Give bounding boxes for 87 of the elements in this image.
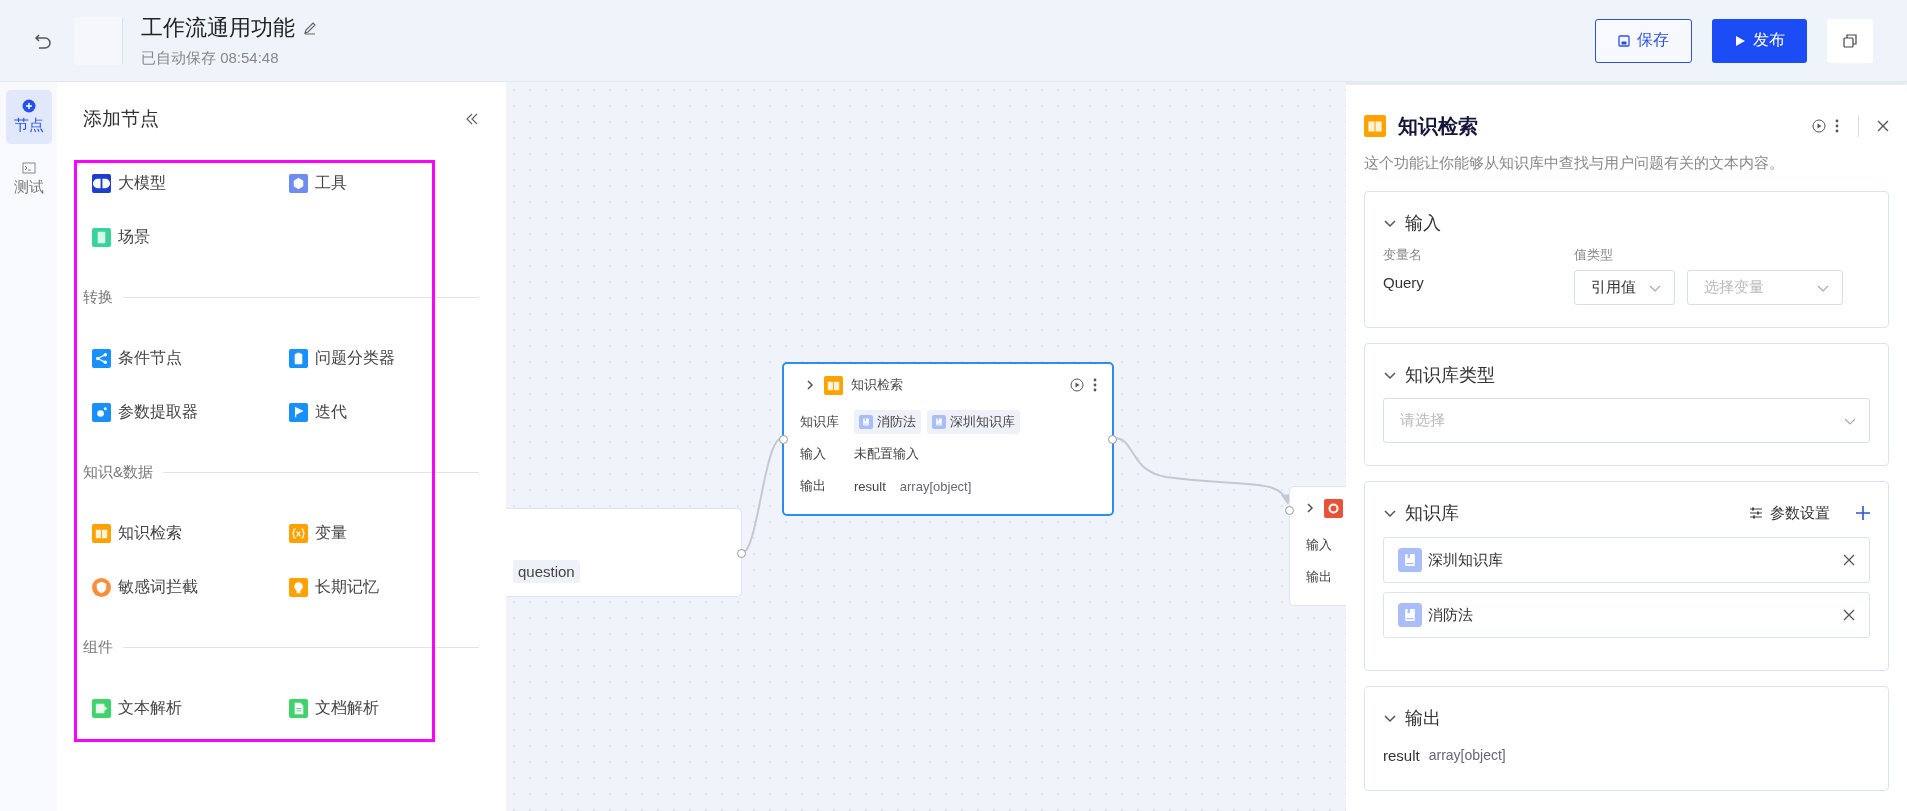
node-type-item[interactable]: 工具 bbox=[289, 156, 347, 210]
knowledge-search-node[interactable]: 知识检索 知识库 消防法 深圳知识库 输入 未配置输入 输出 result array[object] bbox=[782, 362, 1114, 516]
panel-title: 知识检索 bbox=[1398, 113, 1479, 139]
section-heading: 知识&数据 bbox=[83, 462, 153, 482]
panel-title: 添加节点 bbox=[83, 107, 159, 131]
plus-icon[interactable] bbox=[1856, 506, 1870, 520]
row-value: result bbox=[854, 478, 886, 494]
type-label: array[object] bbox=[899, 478, 972, 494]
more-icon[interactable] bbox=[1092, 378, 1098, 392]
branch-icon bbox=[92, 348, 111, 368]
section-heading: 转换 bbox=[83, 287, 113, 307]
text-file-icon bbox=[92, 698, 111, 718]
connection-port[interactable] bbox=[779, 435, 788, 444]
publish-button[interactable]: 发布 bbox=[1712, 18, 1807, 63]
knowledge-base-item: 深圳知识库 bbox=[1383, 537, 1870, 583]
play-icon bbox=[1734, 34, 1746, 47]
column-label: 变量名 bbox=[1383, 246, 1423, 264]
copy-icon bbox=[1843, 33, 1857, 48]
knowledge-base-item: 消防法 bbox=[1383, 592, 1870, 638]
node-type-item[interactable]: 问题分类器 bbox=[289, 331, 395, 385]
output-name: result bbox=[1383, 747, 1420, 764]
image-placeholder bbox=[74, 16, 123, 65]
rail-tab[interactable]: 节点 bbox=[5, 90, 52, 144]
value-type-select[interactable]: 引用值 bbox=[1574, 270, 1675, 305]
undo-icon[interactable] bbox=[34, 31, 52, 50]
type-label: array[object] bbox=[1428, 747, 1506, 764]
node-type-item[interactable]: 迭代 bbox=[289, 385, 347, 439]
book-icon bbox=[824, 375, 843, 395]
knowledge-base-chip: 消防法 bbox=[854, 410, 921, 434]
section-heading: 输入 bbox=[1405, 212, 1442, 235]
node-type-item[interactable]: 文档解析 bbox=[289, 681, 379, 735]
row-label: 输出 bbox=[800, 477, 827, 495]
node-type-item[interactable]: 大模型 bbox=[92, 156, 166, 210]
save-button[interactable]: 保存 bbox=[1595, 18, 1692, 63]
panel-description: 这个功能让你能够从知识库中查找与用户问题有关的文本内容。 bbox=[1364, 154, 1785, 173]
book-icon bbox=[92, 523, 111, 543]
cube-icon bbox=[289, 173, 308, 193]
shield-icon bbox=[92, 577, 111, 597]
section-heading: 知识库类型 bbox=[1405, 364, 1496, 387]
flag-icon bbox=[289, 402, 308, 422]
sliders-icon bbox=[1749, 506, 1763, 520]
node-type-item[interactable]: 文本解析 bbox=[92, 681, 182, 735]
column-label: 值类型 bbox=[1574, 246, 1614, 264]
node-type-item[interactable]: 长期记忆 bbox=[289, 560, 379, 614]
variable-chip: question bbox=[513, 559, 580, 583]
settings-button[interactable]: 参数设置 bbox=[1749, 503, 1830, 523]
row-label: 输入 bbox=[800, 445, 827, 463]
braces-icon bbox=[289, 523, 308, 543]
page-icon bbox=[92, 227, 111, 247]
row-label: 输入 bbox=[1306, 536, 1332, 554]
node-type-item[interactable]: 变量 bbox=[289, 506, 347, 560]
save-icon bbox=[1618, 34, 1630, 47]
row-label: 输出 bbox=[1306, 568, 1332, 586]
section-heading: 知识库 bbox=[1405, 502, 1460, 525]
plus-circle-icon bbox=[21, 99, 36, 113]
section-heading: 组件 bbox=[83, 637, 113, 657]
autosave-status: 已自动保存 08:54:48 bbox=[141, 49, 280, 68]
knowledge-base-chip: 深圳知识库 bbox=[927, 410, 1020, 434]
node-type-item[interactable]: 条件节点 bbox=[92, 331, 182, 385]
node-type-item[interactable]: 敏感词拦截 bbox=[92, 560, 198, 614]
clipboard-icon bbox=[289, 348, 308, 368]
edit-icon[interactable] bbox=[303, 21, 317, 35]
play-icon[interactable] bbox=[1812, 119, 1826, 133]
node-type-item[interactable]: 参数提取器 bbox=[92, 385, 198, 439]
close-icon[interactable] bbox=[1843, 554, 1855, 566]
chevron-right-icon[interactable] bbox=[1304, 502, 1316, 514]
connection-port[interactable] bbox=[1108, 435, 1117, 444]
chevron-right-icon[interactable] bbox=[804, 379, 816, 391]
variable-name: Query bbox=[1383, 273, 1425, 291]
node-type-item[interactable]: 知识检索 bbox=[92, 506, 182, 560]
node-title: 知识检索 bbox=[851, 376, 904, 394]
collapse-icon[interactable] bbox=[465, 112, 479, 126]
close-icon[interactable] bbox=[1877, 120, 1889, 132]
row-label: 知识库 bbox=[800, 413, 840, 431]
section-heading: 输出 bbox=[1405, 707, 1442, 730]
node-icon bbox=[1324, 498, 1343, 518]
workflow-title: 工作流通用功能 bbox=[141, 14, 295, 42]
book-icon bbox=[1364, 115, 1386, 137]
rail-tab[interactable]: 测试 bbox=[5, 152, 52, 206]
play-icon[interactable] bbox=[1070, 378, 1084, 392]
copy-button[interactable] bbox=[1827, 18, 1873, 63]
document-icon bbox=[289, 698, 308, 718]
close-icon[interactable] bbox=[1843, 609, 1855, 621]
terminal-icon bbox=[21, 161, 36, 175]
row-value: 未配置输入 bbox=[854, 445, 919, 463]
node-type-item[interactable]: 场景 bbox=[92, 210, 150, 264]
more-icon[interactable] bbox=[1834, 119, 1840, 133]
